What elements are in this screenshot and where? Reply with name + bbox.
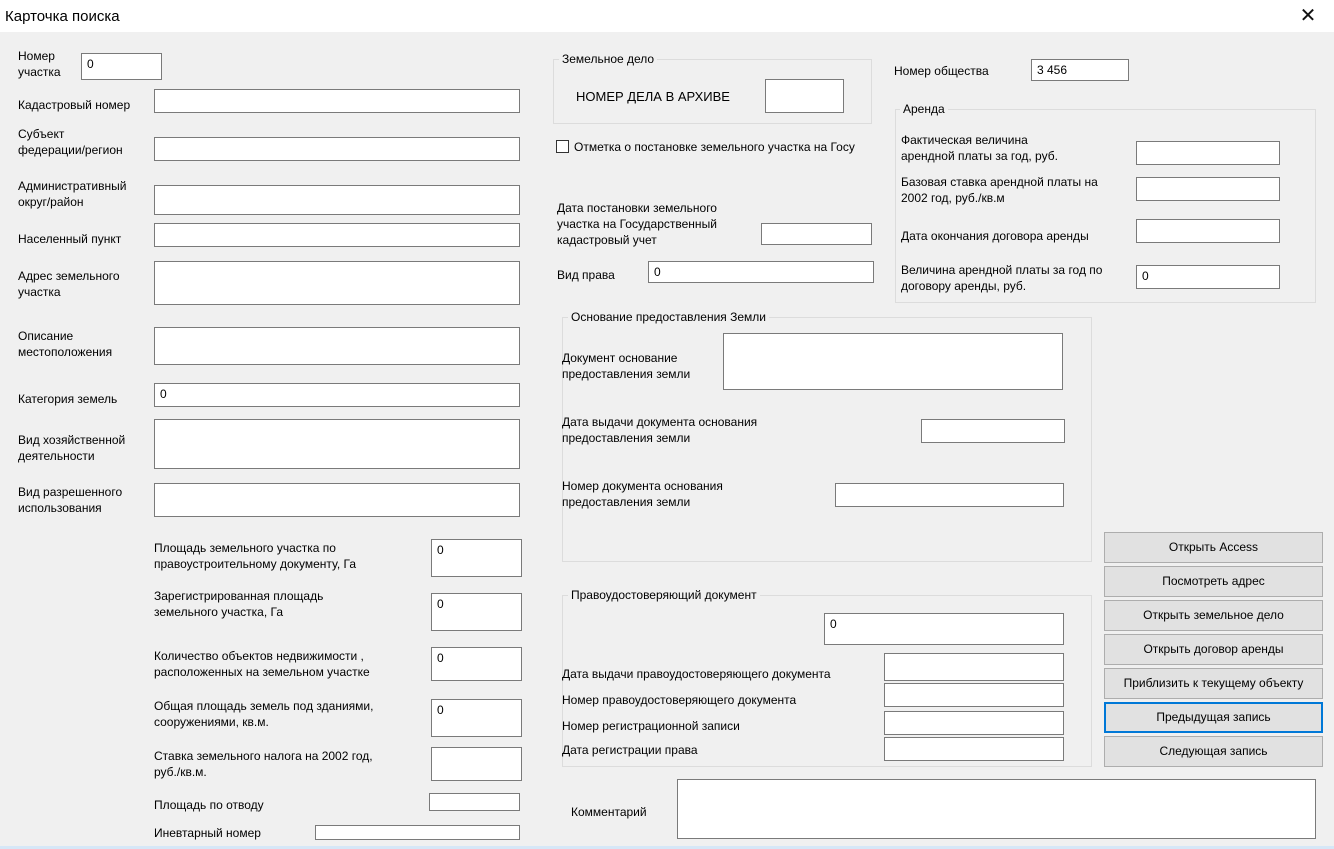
title-number-input[interactable] [884,683,1064,707]
close-icon[interactable]: ✕ [1282,0,1334,32]
land-basis-group-title: Основание предоставления Земли [568,310,769,324]
admin-district-label: Административный округ/район [18,179,127,209]
objects-count-input[interactable]: 0 [431,647,522,681]
built-area-label: Общая площадь земель под зданиями, соору… [154,699,374,729]
area-doc-label: Площадь земельного участка по правоустро… [154,541,357,571]
window-title: Карточка поиска [5,8,120,25]
title-document-main-input[interactable]: 0 [824,613,1064,645]
society-number-input[interactable]: 3 456 [1031,59,1129,81]
activity-type-input[interactable] [154,419,520,469]
comment-input[interactable] [677,779,1316,839]
next-record-button[interactable]: Следующая запись [1104,736,1323,767]
basis-doc-label: Документ основание предоставления земли [562,351,691,381]
state-registration-checkbox-label: Отметка о постановке земельного участка … [574,140,855,154]
title-bar: Карточка поиска ✕ [0,0,1334,32]
right-reg-date-label: Дата регистрации права [562,743,698,757]
comment-label: Комментарий [571,805,647,819]
locality-label: Населенный пункт [18,232,122,246]
base-rate-label: Базовая ставка арендной платы на 2002 го… [901,175,1098,205]
permitted-use-label: Вид разрешенного использования [18,485,123,515]
address-input[interactable] [154,261,520,305]
cadastral-number-label: Кадастровый номер [18,98,131,112]
locality-input[interactable] [154,223,520,247]
view-address-button[interactable]: Посмотреть адрес [1104,566,1323,597]
activity-type-label: Вид хозяйственной деятельности [18,433,126,463]
tax-rate-label: Ставка земельного налога на 2002 год, ру… [154,749,373,779]
land-category-label: Категория земель [18,392,118,406]
reg-record-number-input[interactable] [884,711,1064,735]
right-reg-date-input[interactable] [884,737,1064,761]
open-land-case-button[interactable]: Открыть земельное дело [1104,600,1323,631]
state-registration-checkbox[interactable] [556,140,569,153]
actual-rent-input[interactable] [1136,141,1280,165]
inventory-number-input[interactable] [315,825,520,840]
cadastral-number-input[interactable] [154,89,520,113]
basis-doc-input[interactable] [723,333,1063,390]
location-desc-label: Описание местоположения [18,329,113,359]
plot-number-input[interactable]: 0 [81,53,162,80]
basis-issue-date-label: Дата выдачи документа основания предоста… [562,415,758,445]
reg-record-number-label: Номер регистрационной записи [562,719,740,733]
open-lease-button[interactable]: Открыть договор аренды [1104,634,1323,665]
society-number-label: Номер общества [894,64,989,78]
base-rate-input[interactable] [1136,177,1280,201]
subject-label: Субъект федерации/регион [18,127,123,157]
right-type-input[interactable]: 0 [648,261,874,283]
plot-number-label: Номер участка [18,49,61,79]
registered-area-label: Зарегистрированная площадь земельного уч… [154,589,324,619]
previous-record-button[interactable]: Предыдущая запись [1104,702,1323,733]
lease-group-title: Аренда [900,102,948,116]
annual-rent-input[interactable]: 0 [1136,265,1280,289]
admin-district-input[interactable] [154,185,520,215]
subject-input[interactable] [154,137,520,161]
annual-rent-label: Величина арендной платы за год по догово… [901,263,1103,293]
allotted-area-label: Площадь по отводу [154,798,264,812]
inventory-number-label: Иневтарный номер [154,826,261,840]
area-doc-input[interactable]: 0 [431,539,522,577]
basis-issue-date-input[interactable] [921,419,1065,443]
actual-rent-label: Фактическая величина арендной платы за г… [901,133,1058,163]
right-type-label: Вид права [557,268,615,282]
title-issue-date-label: Дата выдачи правоудостоверяющего докумен… [562,667,831,681]
lease-end-date-input[interactable] [1136,219,1280,243]
title-document-group-title: Правоудостоверяющий документ [568,588,760,602]
cadastral-reg-date-label: Дата постановки земельного участка на Го… [557,201,717,247]
archive-number-input[interactable] [765,79,844,113]
title-number-label: Номер правоудостоверяющего документа [562,693,797,707]
open-access-button[interactable]: Открыть Access [1104,532,1323,563]
objects-count-label: Количество объектов недвижимости , распо… [154,649,370,679]
land-category-input[interactable]: 0 [154,383,520,407]
permitted-use-input[interactable] [154,483,520,517]
tax-rate-input[interactable] [431,747,522,781]
basis-doc-number-label: Номер документа основания предоставления… [562,479,723,509]
built-area-input[interactable]: 0 [431,699,522,737]
address-label: Адрес земельного участка [18,269,120,299]
basis-doc-number-input[interactable] [835,483,1064,507]
title-issue-date-input[interactable] [884,653,1064,681]
archive-number-label: НОМЕР ДЕЛА В АРХИВЕ [576,89,730,104]
allotted-area-input[interactable] [429,793,520,811]
land-case-group-title: Земельное дело [559,52,658,66]
cadastral-reg-date-input[interactable] [761,223,872,245]
registered-area-input[interactable]: 0 [431,593,522,631]
location-desc-input[interactable] [154,327,520,365]
zoom-to-object-button[interactable]: Приблизить к текущему объекту [1104,668,1323,699]
lease-end-date-label: Дата окончания договора аренды [901,229,1089,243]
